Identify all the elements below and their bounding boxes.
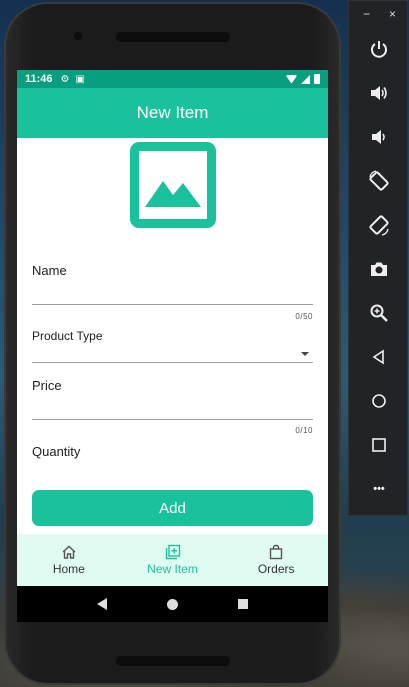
product-image-picker[interactable] <box>130 142 216 228</box>
recents-icon[interactable] <box>238 599 248 609</box>
emu-overview-button[interactable] <box>366 432 392 458</box>
home-icon <box>372 394 386 408</box>
product-type-label: Product Type <box>32 329 103 343</box>
name-label: Name <box>32 263 67 278</box>
camera-icon <box>371 262 387 276</box>
top-speaker <box>116 32 230 42</box>
front-camera <box>74 32 82 40</box>
rotate-left-button[interactable] <box>366 168 392 194</box>
page-title: New Item <box>136 103 209 122</box>
price-label: Price <box>32 378 62 393</box>
volume-up-icon <box>371 86 387 100</box>
back-icon <box>372 349 384 365</box>
rotate-left-icon <box>369 170 389 191</box>
more-button[interactable]: ••• <box>366 476 392 502</box>
rotate-right-icon <box>369 215 389 236</box>
close-button[interactable]: × <box>389 7 396 21</box>
image-icon <box>145 181 201 207</box>
nav-item-home[interactable]: Home <box>17 534 121 586</box>
signal-icon <box>301 74 310 84</box>
more-icon: ••• <box>373 483 385 495</box>
zoom-button[interactable] <box>366 300 392 326</box>
power-button[interactable] <box>366 36 392 62</box>
battery-icon <box>314 74 320 84</box>
home-icon <box>62 545 76 559</box>
nav-item-label: New Item <box>147 562 198 576</box>
app-bar: New Item <box>17 88 328 138</box>
system-navigation-bar <box>17 586 328 622</box>
nav-item-label: Home <box>52 562 85 576</box>
product-type-select[interactable] <box>32 362 313 363</box>
rotate-right-button[interactable] <box>366 212 392 238</box>
bag-icon <box>269 544 283 560</box>
status-bar: 11:46 ⚙ ▣ <box>17 70 328 88</box>
screenshot-button[interactable] <box>366 256 392 282</box>
home-circle-icon[interactable] <box>167 598 178 610</box>
nav-item-new-item[interactable]: New Item <box>121 534 225 586</box>
bottom-speaker <box>116 656 230 666</box>
price-char-counter: 0/10 <box>295 426 313 435</box>
nav-item-orders[interactable]: Orders <box>224 534 328 586</box>
quantity-label: Quantity <box>32 444 81 459</box>
settings-gear-icon: ⚙ <box>60 73 70 85</box>
nav-item-label: Orders <box>257 562 295 576</box>
minimize-button[interactable]: − <box>363 7 370 21</box>
add-box-icon <box>165 544 180 560</box>
device-screen: 11:46 ⚙ ▣ New Item Name 0/50 Product Typ… <box>17 70 328 622</box>
volume-down-icon <box>372 130 385 144</box>
name-char-counter: 0/50 <box>295 312 313 321</box>
status-time: 11:46 <box>25 73 53 85</box>
photo-notification-icon: ▣ <box>75 73 85 85</box>
power-icon <box>371 41 387 58</box>
emu-back-button[interactable] <box>366 344 392 370</box>
volume-up-button[interactable] <box>366 80 392 106</box>
back-icon[interactable] <box>97 598 107 610</box>
add-button[interactable]: Add <box>32 490 313 526</box>
volume-down-button[interactable] <box>366 124 392 150</box>
price-input[interactable] <box>32 419 313 420</box>
bottom-navigation: Home New Item Orders <box>17 534 328 586</box>
name-input[interactable] <box>32 304 313 305</box>
emu-home-button[interactable] <box>366 388 392 414</box>
wifi-icon <box>286 74 297 84</box>
zoom-icon <box>370 304 388 322</box>
emulator-toolbar: − × ••• <box>348 0 408 516</box>
overview-icon <box>372 438 386 452</box>
dropdown-arrow-icon[interactable] <box>301 352 309 356</box>
